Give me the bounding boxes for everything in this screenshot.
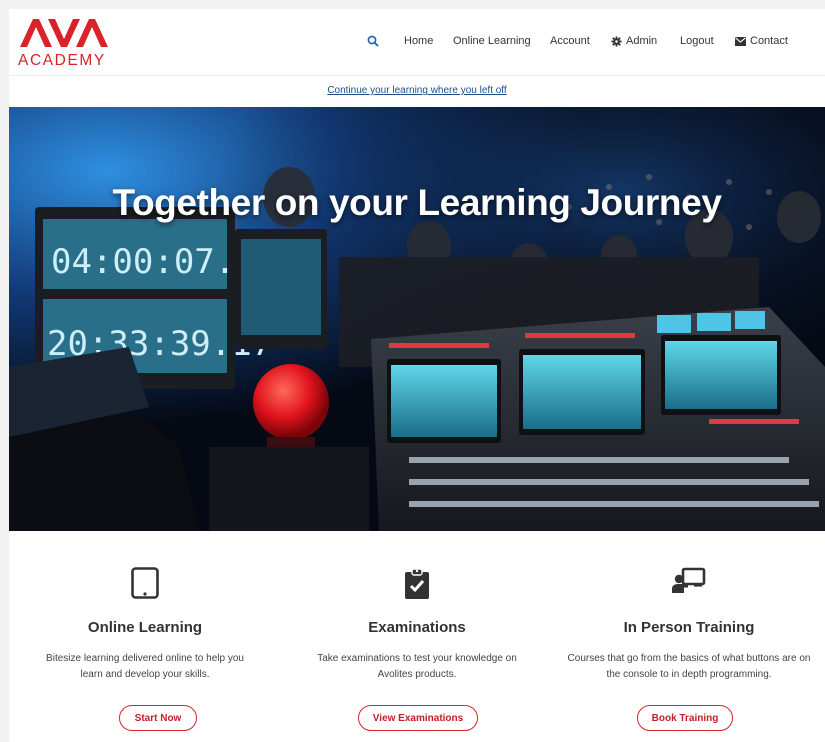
feature-description: Take examinations to test your knowledge… <box>317 653 517 680</box>
clipboard-check-icon <box>281 567 553 601</box>
envelope-icon <box>735 36 746 46</box>
nav-account-label: Account <box>550 35 590 47</box>
nav-online-learning-label: Online Learning <box>453 35 531 47</box>
features-section: Online Learning Bitesize learning delive… <box>9 531 825 742</box>
nav-contact-label: Contact <box>750 35 788 47</box>
view-examinations-button[interactable]: View Examinations <box>358 705 478 731</box>
ava-academy-logo[interactable]: ACADEMY <box>18 15 128 70</box>
ava-logo-mark <box>20 19 108 47</box>
nav-home-label: Home <box>404 35 434 47</box>
feature-title: Examinations <box>368 619 466 636</box>
feature-description: Courses that go from the basics of what … <box>567 653 811 680</box>
feature-title: Online Learning <box>87 619 203 636</box>
hero-banner: 04:00:07.07 20:33:39.17 Together on your… <box>9 107 825 531</box>
feature-in-person-training: In Person Training Courses that go from … <box>553 531 825 742</box>
site-header: ACADEMY Home Online Learning Account Adm… <box>9 9 825 75</box>
nav-contact[interactable]: Contact <box>735 35 788 47</box>
hero-title: Together on your Learning Journey <box>112 182 722 223</box>
feature-examinations: Examinations Take examinations to test y… <box>281 531 553 742</box>
nav-account[interactable]: Account <box>550 35 590 47</box>
start-now-button[interactable]: Start Now <box>119 705 197 731</box>
continue-bar: Continue your learning where you left of… <box>9 75 825 107</box>
logo-subtext: ACADEMY <box>18 52 106 69</box>
nav-logout[interactable]: Logout <box>680 35 714 47</box>
feature-online-learning: Online Learning Bitesize learning delive… <box>9 531 281 742</box>
feature-title: In Person Training <box>623 619 755 636</box>
nav-online-learning[interactable]: Online Learning <box>453 35 531 47</box>
hero-image: 04:00:07.07 20:33:39.17 <box>9 107 825 531</box>
search-icon[interactable] <box>367 35 379 47</box>
nav-home[interactable]: Home <box>404 35 433 47</box>
nav-admin-label: Admin <box>626 35 658 47</box>
page: ACADEMY Home Online Learning Account Adm… <box>9 9 825 742</box>
feature-description: Bitesize learning delivered online to he… <box>46 653 244 680</box>
book-training-button[interactable]: Book Training <box>637 705 733 731</box>
nav-admin[interactable]: Admin <box>611 35 657 47</box>
nav-logout-label: Logout <box>680 35 714 47</box>
tablet-icon <box>9 567 281 601</box>
continue-learning-link[interactable]: Continue your learning where you left of… <box>327 85 506 96</box>
chalkboard-teacher-icon <box>553 567 825 601</box>
gear-icon <box>611 35 622 47</box>
